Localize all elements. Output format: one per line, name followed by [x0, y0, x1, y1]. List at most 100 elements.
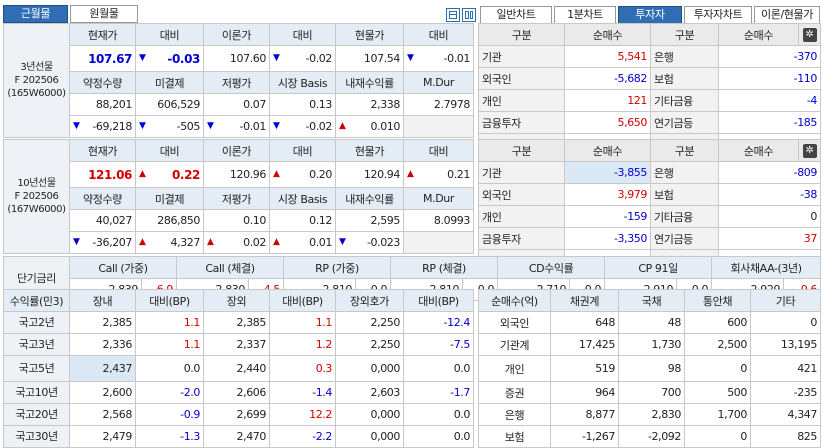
- col-header: Call (체결): [176, 256, 285, 279]
- empty-cell: [403, 115, 474, 138]
- down-arrow-icon: ▼: [407, 53, 414, 63]
- table-row: 기관 -3,855 은행 -809: [478, 161, 821, 184]
- col-header: 대비: [403, 23, 474, 46]
- up-arrow-icon: ▲: [339, 121, 346, 131]
- col-header: 대비(BP): [135, 289, 204, 312]
- tab-general-chart[interactable]: 일반차트: [480, 6, 552, 24]
- col-header: 구분: [650, 23, 719, 46]
- table-row: 보험 -1,267 -2,092 0 825: [478, 425, 821, 448]
- spot-change: ▲ 0.21: [403, 161, 474, 188]
- table-row: 국고20년 2,568 -0.9 2,699 12.2 0,000 0.0: [3, 403, 474, 426]
- down-arrow-icon: ▼: [139, 52, 146, 63]
- table-row: 금융투자 5,650 연기금등 -185: [478, 111, 821, 134]
- yield-change: ▼ -0.023: [335, 231, 404, 254]
- col-header: 약정수량: [69, 187, 136, 210]
- table-row: 개인 121 기타금융 -4: [478, 89, 821, 112]
- col-header: 구분: [478, 139, 565, 162]
- col-header: CD수익률: [497, 256, 606, 279]
- tab-theory-spot[interactable]: 이론/현물가: [754, 6, 820, 24]
- down-arrow-icon: ▼: [73, 121, 80, 131]
- gear-icon: ✲: [802, 28, 817, 42]
- empty-cell: [403, 231, 474, 254]
- col-header: 저평가: [203, 71, 270, 94]
- spot-price: 120.94: [335, 161, 404, 188]
- theory-change: ▲ 0.20: [269, 161, 336, 188]
- investor-panel-3y: 구분 순매수 구분 순매수 ✲ 기관 5,541 은행 -370 외국인 -5,682 보…: [478, 23, 821, 156]
- col-header: 내재수익률: [335, 71, 404, 94]
- col-header: 수익률(민3): [3, 289, 70, 312]
- undervalue-change: ▲ 0.02: [203, 231, 270, 254]
- settings-button[interactable]: ✲: [798, 23, 821, 46]
- tab-1min-chart[interactable]: 1분차트: [554, 6, 616, 24]
- col-header: 구분: [478, 23, 565, 46]
- col-header: Call (가중): [68, 256, 178, 279]
- tab-investor-chart[interactable]: 투자자차트: [684, 6, 752, 24]
- layout-grid-icon[interactable]: [446, 8, 460, 22]
- up-arrow-icon: ▲: [407, 169, 414, 179]
- tab-far-month[interactable]: 원월물: [70, 5, 138, 23]
- oi-change: ▲ 4,327: [135, 231, 204, 254]
- table-row: 국고10년 2,600 -2.0 2,606 -1.4 2,603 -1.7: [3, 381, 474, 404]
- implied-yield: 2,595: [335, 209, 404, 232]
- tab-near-month[interactable]: 근월물: [3, 5, 68, 23]
- table-row: 국고30년 2,479 -1.3 2,470 -2.2 0,000 0.0: [3, 425, 474, 448]
- table-row: 기관 5,541 은행 -370: [478, 45, 821, 68]
- up-arrow-icon: ▲: [139, 168, 146, 179]
- col-header: RP (체결): [390, 256, 499, 279]
- tab-investor[interactable]: 투자자: [618, 6, 682, 24]
- table-row: 증권 964 700 500 -235: [478, 381, 821, 404]
- col-header: 현재가: [69, 139, 136, 162]
- col-header: M.Dur: [403, 187, 474, 210]
- up-arrow-icon: ▲: [139, 237, 146, 247]
- yield-panel: 수익률(민3) 장내 대비(BP) 장외 대비(BP) 장외호가 대비(BP) …: [3, 289, 474, 448]
- col-header: 통안채: [684, 289, 751, 312]
- col-header: CP 91일: [604, 256, 713, 279]
- table-row: 국고5년 2,437 0.0 2,440 0.3 0,000 0.0: [3, 355, 474, 382]
- table-row: 금융투자 -3,350 연기금등 37: [478, 227, 821, 250]
- table-row: 외국인 -5,682 보험 -110: [478, 67, 821, 90]
- up-arrow-icon: ▲: [273, 237, 280, 247]
- col-header: 대비: [135, 23, 204, 46]
- layout-split-icon[interactable]: [462, 8, 476, 22]
- open-interest: 606,529: [135, 93, 204, 116]
- col-header: 대비: [269, 139, 336, 162]
- investor-panel-10y: 구분 순매수 구분 순매수 ✲ 기관 -3,855 은행 -809 외국인 3,979 보…: [478, 139, 821, 272]
- col-header: 대비(BP): [269, 289, 336, 312]
- basis-change: ▼ -0.02: [269, 115, 336, 138]
- col-header: 채권계: [550, 289, 619, 312]
- col-header: 시장 Basis: [269, 187, 336, 210]
- theory-price: 120.96: [203, 161, 270, 188]
- change-value: ▼ -0.03: [135, 45, 204, 72]
- open-interest: 286,850: [135, 209, 204, 232]
- col-header: 이론가: [203, 139, 270, 162]
- market-basis: 0.12: [269, 209, 336, 232]
- current-price: 107.67: [69, 45, 136, 72]
- implied-yield: 2,338: [335, 93, 404, 116]
- settings-button[interactable]: ✲: [798, 139, 821, 162]
- basis-change: ▲ 0.01: [269, 231, 336, 254]
- col-header: 구분: [650, 139, 719, 162]
- change-value: ▲ 0.22: [135, 161, 204, 188]
- col-header: 대비: [403, 139, 474, 162]
- futures-3y-name: 3년선물 F 202506 (165W6000): [3, 23, 70, 138]
- col-header: 순매수(억): [478, 289, 551, 312]
- volume-change: ▼ -36,207: [69, 231, 136, 254]
- col-header: 회사채AA-(3년): [711, 256, 822, 279]
- table-row: 은행 8,877 2,830 1,700 4,347: [478, 403, 821, 426]
- current-price: 121.06: [69, 161, 136, 188]
- col-header: 이론가: [203, 23, 270, 46]
- col-header: 순매수: [564, 139, 651, 162]
- volume-change: ▼ -69,218: [69, 115, 136, 138]
- futures-3y-panel: 3년선물 F 202506 (165W6000) 현재가 대비 이론가 대비 현물가…: [3, 23, 474, 138]
- table-row: 개인 -159 기타금융 0: [478, 205, 821, 228]
- market-basis: 0.13: [269, 93, 336, 116]
- col-header: 현재가: [69, 23, 136, 46]
- col-header: 장내: [69, 289, 136, 312]
- col-header: 미결제: [135, 71, 204, 94]
- volume: 88,201: [69, 93, 136, 116]
- col-header: M.Dur: [403, 71, 474, 94]
- table-row: 국고2년 2,385 1.1 2,385 1.1 2,250 -12.4: [3, 311, 474, 334]
- col-header: 순매수: [718, 23, 799, 46]
- col-header: 기타: [750, 289, 821, 312]
- m-dur: 8.0993: [403, 209, 474, 232]
